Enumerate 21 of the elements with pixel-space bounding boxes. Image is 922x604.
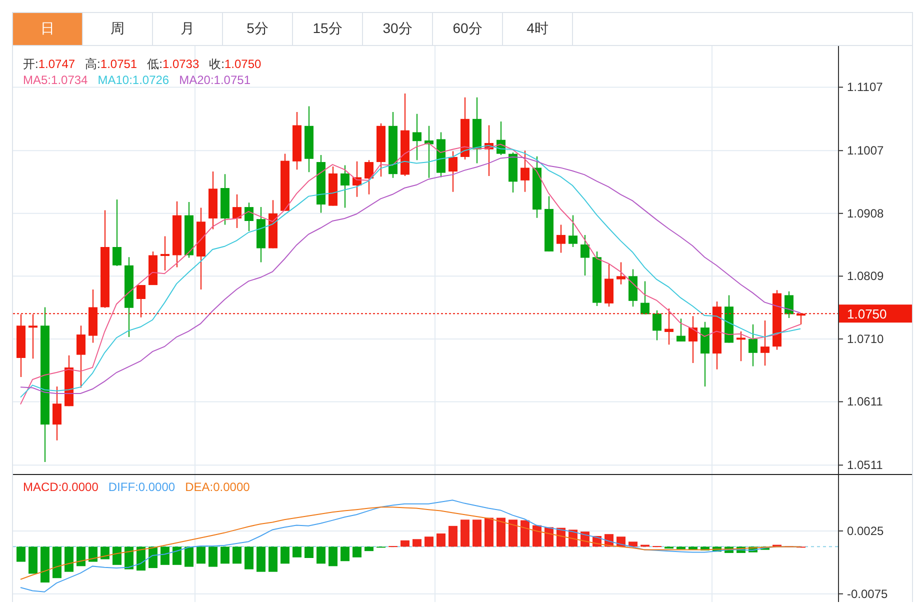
axis-tick-label: 1.1107 bbox=[847, 80, 883, 94]
legend-reading: 开:1.0747 bbox=[23, 57, 76, 71]
legend-reading: 低:1.0733 bbox=[147, 57, 200, 71]
axis-tick-label: 1.0908 bbox=[847, 206, 884, 220]
legend-reading: DIFF:0.0000 bbox=[108, 480, 176, 494]
axis-tick-label: 1.0611 bbox=[847, 394, 883, 409]
legend-reading: 高:1.0751 bbox=[85, 57, 138, 71]
axis-tick-label: 0.0025 bbox=[847, 524, 884, 538]
last-price-tag: 1.0750 bbox=[839, 304, 912, 323]
axis-tick-label: 1.0710 bbox=[847, 332, 884, 346]
legend-reading: MA5:1.0734 bbox=[23, 73, 88, 87]
ref-line-label: 1.0750 bbox=[847, 306, 887, 322]
axis-tick-label: 1.0809 bbox=[847, 269, 884, 284]
legend-reading: DEA:0.0000 bbox=[185, 480, 250, 494]
axis-tick-label: -0.0075 bbox=[847, 586, 888, 601]
legend-reading: 收:1.0750 bbox=[209, 57, 262, 71]
axis-tick-label: 1.1007 bbox=[847, 144, 884, 158]
legend-reading: MACD:0.0000 bbox=[23, 480, 98, 494]
legend-reading: MA20:1.0751 bbox=[179, 73, 250, 87]
legend-reading: MA10:1.0726 bbox=[98, 73, 170, 87]
axis-tick-label: 1.0511 bbox=[847, 458, 883, 472]
